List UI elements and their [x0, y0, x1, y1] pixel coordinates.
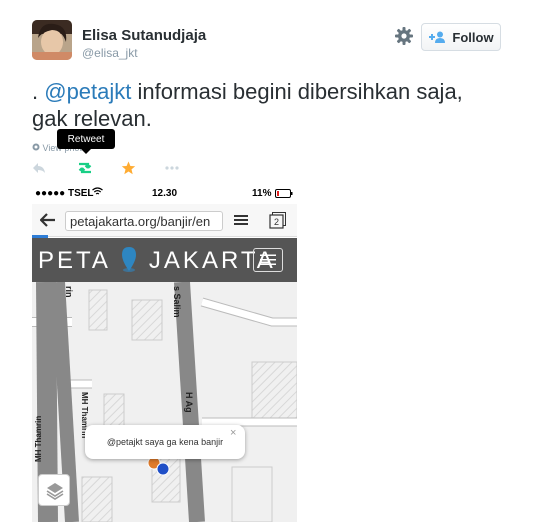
brand-left: PETA: [38, 247, 110, 274]
clock: 12.30: [152, 188, 178, 199]
user-name[interactable]: Elisa Sutanudjaja: [82, 27, 206, 44]
hamburger-icon: [260, 254, 276, 265]
tweet-text: . @petajkt informasi begini dibersihkan …: [32, 78, 512, 132]
tweet-text-line2: gak relevan.: [32, 106, 152, 131]
battery-icon: [275, 189, 293, 201]
tweet-prefix: .: [32, 79, 45, 104]
street-label: s Salim: [172, 286, 182, 318]
follow-label: Follow: [452, 29, 494, 45]
mention-link[interactable]: @petajkt: [44, 79, 131, 104]
layers-icon: [46, 483, 64, 500]
photo-icon: [32, 143, 43, 153]
menu-icon[interactable]: [234, 214, 248, 226]
avatar[interactable]: [32, 20, 72, 60]
user-handle[interactable]: @elisa_jkt: [82, 46, 138, 60]
map-view[interactable]: rin s Salim MH Thamrin MH Thamrin H Ag n: [32, 282, 297, 522]
site-menu-button[interactable]: [253, 248, 283, 272]
retweet-icon[interactable]: [76, 161, 94, 175]
report-marker-icon[interactable]: [156, 462, 170, 476]
report-popup: @petajkt saya ga kena banjir: [85, 425, 245, 459]
follow-user-icon: [429, 31, 446, 43]
phone-status-bar: ●●●●● TSEL 12.30 11%: [32, 184, 297, 204]
follow-button[interactable]: Follow: [421, 23, 501, 51]
wifi-icon: [92, 187, 103, 199]
more-icon[interactable]: [164, 165, 180, 171]
tweet-photo[interactable]: ●●●●● TSEL 12.30 11% petajakarta.org/ban…: [32, 184, 297, 522]
street-label: MH Thamrin: [34, 416, 43, 462]
site-logo[interactable]: PETA JAKARTA: [38, 246, 276, 275]
map-tiles: rin s Salim MH Thamrin MH Thamrin H Ag n: [32, 282, 297, 522]
reply-icon[interactable]: [32, 161, 46, 175]
carrier: ●●●●● TSEL: [35, 188, 94, 199]
street-label: rin: [64, 286, 74, 298]
svg-text:2: 2: [274, 217, 279, 227]
back-arrow-icon[interactable]: [40, 213, 56, 227]
tweet-text-line1: informasi begini dibersihkan saja,: [131, 79, 463, 104]
layers-button[interactable]: [38, 474, 70, 506]
url-field[interactable]: petajakarta.org/banjir/en: [65, 211, 223, 231]
close-icon[interactable]: ×: [230, 427, 236, 439]
site-header: PETA JAKARTA: [32, 238, 297, 282]
battery-percent: 11%: [252, 188, 272, 199]
favorite-star-icon[interactable]: [121, 161, 136, 175]
retweet-tooltip: Retweet: [57, 129, 115, 154]
street-label: H Ag: [184, 392, 194, 413]
tabs-icon[interactable]: 2: [269, 212, 287, 229]
browser-bar: petajakarta.org/banjir/en 2: [32, 204, 297, 237]
gear-icon[interactable]: [393, 25, 415, 47]
location-pin-icon: [122, 247, 137, 272]
